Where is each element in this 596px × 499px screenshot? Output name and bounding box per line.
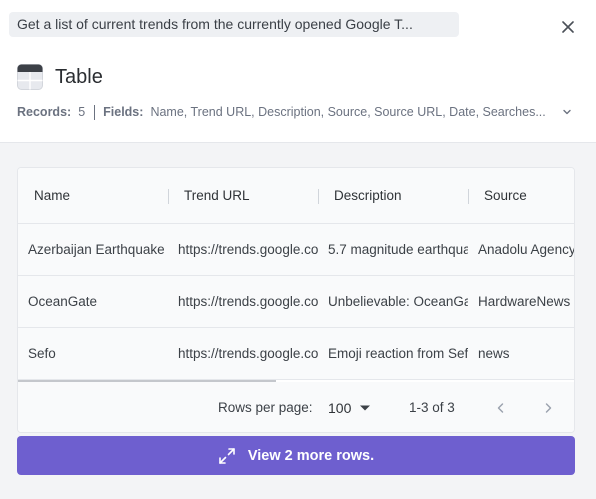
data-table: Name Trend URL Description Source Azerba… bbox=[17, 167, 575, 433]
column-header-source[interactable]: Source bbox=[468, 168, 574, 223]
next-page-button[interactable] bbox=[536, 396, 560, 420]
cell-description: Unbelievable: OceanGate bbox=[328, 294, 468, 309]
column-header-trend-url[interactable]: Trend URL bbox=[168, 168, 318, 223]
table-dialog: Get a list of current trends from the cu… bbox=[0, 0, 596, 499]
view-more-rows-button[interactable]: View 2 more rows. bbox=[17, 436, 575, 475]
dialog-header: Get a list of current trends from the cu… bbox=[0, 0, 596, 143]
chevron-right-icon bbox=[545, 403, 552, 413]
cell-name: Sefo bbox=[28, 346, 56, 361]
page-title: Table bbox=[55, 66, 103, 88]
fields-value: Name, Trend URL, Description, Source, So… bbox=[150, 105, 546, 119]
cell-trend-url: https://trends.google.com/trends bbox=[178, 242, 318, 257]
cell-trend-url: https://trends.google.com/trends bbox=[178, 294, 318, 309]
cell-description: Emoji reaction from Sefo bbox=[328, 346, 468, 361]
cell-description: 5.7 magnitude earthquake bbox=[328, 242, 468, 257]
prompt-chip[interactable]: Get a list of current trends from the cu… bbox=[9, 12, 459, 37]
chevron-down-icon[interactable] bbox=[561, 106, 573, 118]
cell-source: news bbox=[478, 346, 510, 361]
rows-per-page-select[interactable]: 100 bbox=[328, 395, 371, 421]
previous-page-button[interactable] bbox=[489, 396, 513, 420]
records-count: 5 bbox=[78, 105, 86, 119]
records-label: Records: bbox=[17, 105, 72, 119]
table-icon bbox=[17, 64, 43, 90]
close-button[interactable] bbox=[558, 17, 578, 37]
table-row[interactable]: Azerbaijan Earthquake https://trends.goo… bbox=[18, 224, 575, 276]
view-more-rows-label: View 2 more rows. bbox=[247, 447, 375, 464]
cell-name: Azerbaijan Earthquake bbox=[28, 242, 165, 257]
table-row[interactable]: Sefo https://trends.google.com/trends Em… bbox=[18, 328, 574, 380]
chevron-left-icon bbox=[497, 403, 504, 413]
fields-label: Fields: bbox=[103, 105, 144, 119]
caret-down-icon bbox=[360, 405, 371, 411]
column-header-name[interactable]: Name bbox=[18, 168, 168, 223]
cell-trend-url: https://trends.google.com/trends bbox=[178, 346, 318, 361]
column-header-description[interactable]: Description bbox=[318, 168, 468, 223]
table-meta: Records: 5 Fields: Name, Trend URL, Desc… bbox=[17, 103, 554, 121]
page-range: 1-3 of 3 bbox=[409, 400, 455, 415]
table-row[interactable]: OceanGate https://trends.google.com/tren… bbox=[18, 276, 574, 328]
rows-per-page-label: Rows per page: bbox=[218, 400, 313, 415]
table-header-row: Name Trend URL Description Source bbox=[18, 168, 574, 224]
meta-divider bbox=[94, 104, 96, 120]
expand-icon bbox=[219, 447, 235, 464]
cell-source: HardwareNews bbox=[478, 294, 571, 309]
rows-per-page-value: 100 bbox=[328, 400, 352, 416]
table-pagination: Rows per page: 100 1-3 of 3 bbox=[18, 382, 574, 432]
cell-name: OceanGate bbox=[28, 294, 98, 309]
cell-source: Anadolu Agency bbox=[478, 242, 575, 257]
table-grid: Name Trend URL Description Source Azerba… bbox=[18, 168, 575, 380]
close-icon bbox=[562, 21, 574, 33]
